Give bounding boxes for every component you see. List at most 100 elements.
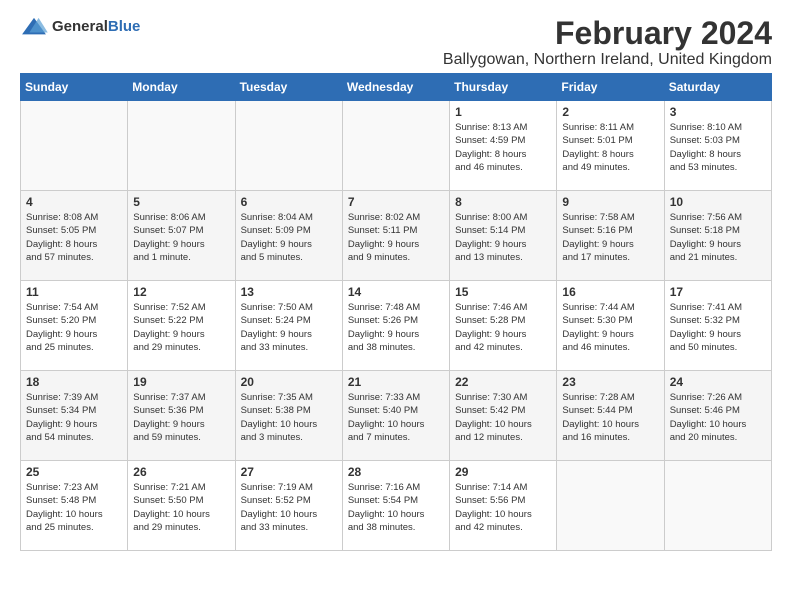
day-info: Sunrise: 7:46 AM Sunset: 5:28 PM Dayligh… <box>455 301 551 354</box>
logo-icon <box>20 16 48 38</box>
day-number: 16 <box>562 285 658 299</box>
day-info: Sunrise: 7:41 AM Sunset: 5:32 PM Dayligh… <box>670 301 766 354</box>
day-info: Sunrise: 8:11 AM Sunset: 5:01 PM Dayligh… <box>562 121 658 174</box>
day-number: 28 <box>348 465 444 479</box>
day-info: Sunrise: 7:56 AM Sunset: 5:18 PM Dayligh… <box>670 211 766 264</box>
day-info: Sunrise: 7:23 AM Sunset: 5:48 PM Dayligh… <box>26 481 122 534</box>
page-header: GeneralBlue February 2024 Ballygowan, No… <box>20 16 772 69</box>
day-info: Sunrise: 7:48 AM Sunset: 5:26 PM Dayligh… <box>348 301 444 354</box>
day-number: 17 <box>670 285 766 299</box>
calendar-cell: 1Sunrise: 8:13 AM Sunset: 4:59 PM Daylig… <box>450 101 557 191</box>
calendar-day-header: Monday <box>128 74 235 101</box>
calendar-cell: 23Sunrise: 7:28 AM Sunset: 5:44 PM Dayli… <box>557 371 664 461</box>
day-number: 14 <box>348 285 444 299</box>
calendar-day-header: Wednesday <box>342 74 449 101</box>
calendar-day-header: Sunday <box>21 74 128 101</box>
calendar-cell: 14 Sunrise: 7:48 AM Sunset: 5:26 PM Dayli… <box>342 281 449 371</box>
day-info: Sunrise: 7:30 AM Sunset: 5:42 PM Dayligh… <box>455 391 551 444</box>
calendar-cell: 10 Sunrise: 7:56 AM Sunset: 5:18 PM Dayli… <box>664 191 771 281</box>
calendar-cell: 26 Sunrise: 7:21 AM Sunset: 5:50 PM Dayli… <box>128 461 235 551</box>
calendar-cell: 20 Sunrise: 7:35 AM Sunset: 5:38 PM Dayli… <box>235 371 342 461</box>
page-title: February 2024 <box>443 16 772 51</box>
day-info: Sunrise: 7:16 AM Sunset: 5:54 PM Dayligh… <box>348 481 444 534</box>
day-info: Sunrise: 8:02 AM Sunset: 5:11 PM Dayligh… <box>348 211 444 264</box>
day-info: Sunrise: 8:10 AM Sunset: 5:03 PM Dayligh… <box>670 121 766 174</box>
day-info: Sunrise: 8:13 AM Sunset: 4:59 PM Dayligh… <box>455 121 551 174</box>
calendar-cell: 8Sunrise: 8:00 AM Sunset: 5:14 PM Daylig… <box>450 191 557 281</box>
calendar-cell: 29 Sunrise: 7:14 AM Sunset: 5:56 PM Dayli… <box>450 461 557 551</box>
calendar-cell <box>664 461 771 551</box>
calendar-day-header: Thursday <box>450 74 557 101</box>
calendar-cell <box>235 101 342 191</box>
day-number: 24 <box>670 375 766 389</box>
day-number: 13 <box>241 285 337 299</box>
day-number: 15 <box>455 285 551 299</box>
day-number: 23 <box>562 375 658 389</box>
calendar-cell: 16 Sunrise: 7:44 AM Sunset: 5:30 PM Dayli… <box>557 281 664 371</box>
calendar-cell <box>21 101 128 191</box>
calendar-cell: 5 Sunrise: 8:06 AM Sunset: 5:07 PM Daylig… <box>128 191 235 281</box>
calendar-cell: 2 Sunrise: 8:11 AM Sunset: 5:01 PM Daylig… <box>557 101 664 191</box>
calendar-cell: 13Sunrise: 7:50 AM Sunset: 5:24 PM Dayli… <box>235 281 342 371</box>
day-number: 26 <box>133 465 229 479</box>
page-subtitle: Ballygowan, Northern Ireland, United Kin… <box>443 51 772 69</box>
day-number: 2 <box>562 105 658 119</box>
day-number: 10 <box>670 195 766 209</box>
calendar-week-row: 11 Sunrise: 7:54 AM Sunset: 5:20 PM Dayli… <box>21 281 772 371</box>
calendar-cell: 19 Sunrise: 7:37 AM Sunset: 5:36 PM Dayli… <box>128 371 235 461</box>
calendar-cell: 9Sunrise: 7:58 AM Sunset: 5:16 PM Daylig… <box>557 191 664 281</box>
calendar-cell <box>128 101 235 191</box>
day-info: Sunrise: 7:14 AM Sunset: 5:56 PM Dayligh… <box>455 481 551 534</box>
day-info: Sunrise: 7:44 AM Sunset: 5:30 PM Dayligh… <box>562 301 658 354</box>
logo: GeneralBlue <box>20 16 140 38</box>
calendar-cell: 18Sunrise: 7:39 AM Sunset: 5:34 PM Dayli… <box>21 371 128 461</box>
calendar-cell: 22 Sunrise: 7:30 AM Sunset: 5:42 PM Dayli… <box>450 371 557 461</box>
calendar-cell: 21Sunrise: 7:33 AM Sunset: 5:40 PM Dayli… <box>342 371 449 461</box>
calendar-day-header: Friday <box>557 74 664 101</box>
day-info: Sunrise: 7:37 AM Sunset: 5:36 PM Dayligh… <box>133 391 229 444</box>
day-number: 11 <box>26 285 122 299</box>
day-number: 18 <box>26 375 122 389</box>
day-info: Sunrise: 7:26 AM Sunset: 5:46 PM Dayligh… <box>670 391 766 444</box>
day-info: Sunrise: 8:08 AM Sunset: 5:05 PM Dayligh… <box>26 211 122 264</box>
calendar-cell: 12Sunrise: 7:52 AM Sunset: 5:22 PM Dayli… <box>128 281 235 371</box>
day-info: Sunrise: 8:06 AM Sunset: 5:07 PM Dayligh… <box>133 211 229 264</box>
day-info: Sunrise: 7:21 AM Sunset: 5:50 PM Dayligh… <box>133 481 229 534</box>
day-info: Sunrise: 7:19 AM Sunset: 5:52 PM Dayligh… <box>241 481 337 534</box>
calendar-cell: 6Sunrise: 8:04 AM Sunset: 5:09 PM Daylig… <box>235 191 342 281</box>
calendar-day-header: Tuesday <box>235 74 342 101</box>
day-number: 8 <box>455 195 551 209</box>
calendar-week-row: 18Sunrise: 7:39 AM Sunset: 5:34 PM Dayli… <box>21 371 772 461</box>
calendar-cell: 17 Sunrise: 7:41 AM Sunset: 5:32 PM Dayli… <box>664 281 771 371</box>
calendar-cell: 28 Sunrise: 7:16 AM Sunset: 5:54 PM Dayli… <box>342 461 449 551</box>
calendar-header-row: SundayMondayTuesdayWednesdayThursdayFrid… <box>21 74 772 101</box>
calendar-cell: 4 Sunrise: 8:08 AM Sunset: 5:05 PM Daylig… <box>21 191 128 281</box>
day-number: 7 <box>348 195 444 209</box>
calendar-table: SundayMondayTuesdayWednesdayThursdayFrid… <box>20 73 772 551</box>
day-number: 4 <box>26 195 122 209</box>
calendar-week-row: 25 Sunrise: 7:23 AM Sunset: 5:48 PM Dayli… <box>21 461 772 551</box>
calendar-cell: 15 Sunrise: 7:46 AM Sunset: 5:28 PM Dayli… <box>450 281 557 371</box>
logo-text-general: General <box>52 18 108 35</box>
day-number: 3 <box>670 105 766 119</box>
calendar-cell: 24 Sunrise: 7:26 AM Sunset: 5:46 PM Dayli… <box>664 371 771 461</box>
day-number: 25 <box>26 465 122 479</box>
day-number: 22 <box>455 375 551 389</box>
day-info: Sunrise: 7:54 AM Sunset: 5:20 PM Dayligh… <box>26 301 122 354</box>
calendar-cell <box>342 101 449 191</box>
day-number: 5 <box>133 195 229 209</box>
calendar-day-header: Saturday <box>664 74 771 101</box>
calendar-week-row: 4 Sunrise: 8:08 AM Sunset: 5:05 PM Daylig… <box>21 191 772 281</box>
day-number: 6 <box>241 195 337 209</box>
day-number: 29 <box>455 465 551 479</box>
calendar-cell: 27Sunrise: 7:19 AM Sunset: 5:52 PM Dayli… <box>235 461 342 551</box>
day-info: Sunrise: 7:35 AM Sunset: 5:38 PM Dayligh… <box>241 391 337 444</box>
calendar-cell <box>557 461 664 551</box>
day-number: 19 <box>133 375 229 389</box>
calendar-cell: 25 Sunrise: 7:23 AM Sunset: 5:48 PM Dayli… <box>21 461 128 551</box>
day-number: 9 <box>562 195 658 209</box>
day-number: 20 <box>241 375 337 389</box>
logo-text-blue: Blue <box>108 18 141 35</box>
calendar-cell: 11 Sunrise: 7:54 AM Sunset: 5:20 PM Dayli… <box>21 281 128 371</box>
calendar-cell: 7 Sunrise: 8:02 AM Sunset: 5:11 PM Daylig… <box>342 191 449 281</box>
